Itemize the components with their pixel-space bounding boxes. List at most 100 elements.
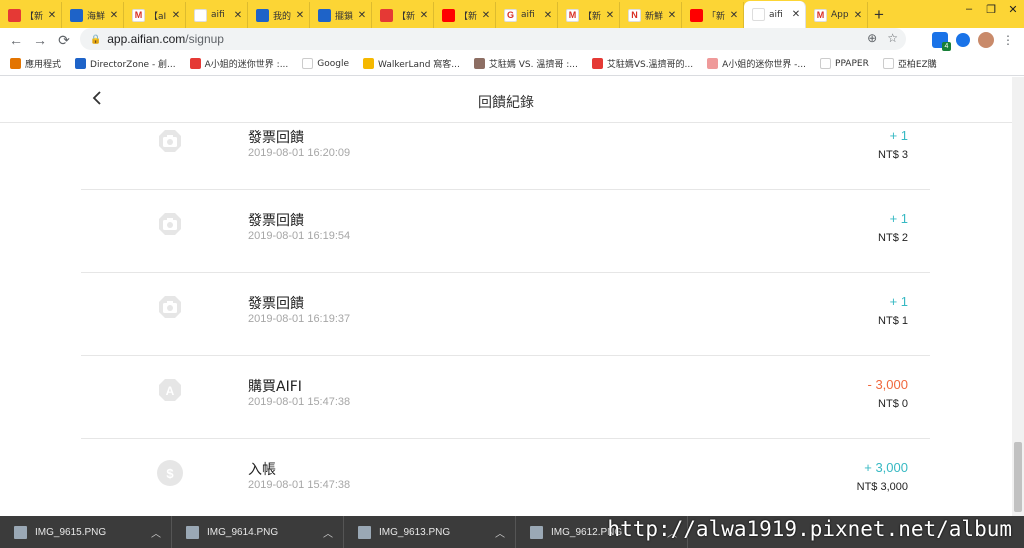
- tab-close-icon[interactable]: ✕: [481, 10, 491, 21]
- record-amount: + 3,000: [864, 460, 908, 475]
- record-row[interactable]: 發票回饋 2019-08-01 16:19:37 + 1 NT$ 1: [81, 273, 930, 356]
- chevron-up-icon[interactable]: ︿: [151, 525, 171, 540]
- tab-close-icon[interactable]: ✕: [357, 10, 367, 21]
- tab-close-icon[interactable]: ✕: [171, 10, 181, 21]
- tab-11[interactable]: 「新 ✕: [682, 2, 744, 28]
- tab-close-icon[interactable]: ✕: [729, 10, 739, 21]
- extension-icon[interactable]: 4: [932, 32, 951, 51]
- tab-close-icon[interactable]: ✕: [543, 10, 553, 21]
- bookmark-label: WalkerLand 窩客...: [378, 60, 460, 70]
- bookmark-item[interactable]: 亞柏EZ購: [882, 57, 937, 70]
- image-file-icon: [530, 525, 543, 539]
- favicon-icon: [8, 8, 21, 22]
- record-row[interactable]: A 購買AIFI 2019-08-01 15:47:38 - 3,000 NT$ 0: [81, 356, 930, 439]
- bookmark-item[interactable]: Google: [302, 58, 349, 69]
- favicon-icon: [752, 8, 765, 21]
- scrollbar-thumb[interactable]: [1014, 442, 1022, 512]
- close-window-icon[interactable]: ✕: [1002, 0, 1024, 18]
- record-time: 2019-08-01 15:47:38: [248, 396, 351, 408]
- back-nav-button[interactable]: ←: [4, 28, 28, 52]
- tab-close-icon[interactable]: ✕: [109, 10, 119, 21]
- web-page: 回饋紀錄 發票回饋 2019-08-01 16:20:09 + 1 NT$ 3 發票回饋…: [0, 77, 1012, 516]
- record-balance: NT$ 3: [878, 149, 908, 161]
- camera-icon: [156, 293, 184, 321]
- toolbar: ← → ⟳ 🔒 app.aifian.com/signup ⊕ ☆ 4 ⋮: [0, 28, 1024, 52]
- tab-7[interactable]: 【新 ✕: [434, 2, 496, 28]
- tab-list: 【新 ✕ 海鮮 ✕ M 【aI ✕ aifi ✕ 我的 ✕ 擺鎖 ✕ 【新 ✕ 【新 ✕ Gaifi ✕ M 【新 ✕ N 新…: [0, 0, 868, 28]
- chevron-up-icon[interactable]: ︿: [495, 525, 515, 540]
- record-time: 2019-08-01 16:20:09: [248, 147, 351, 159]
- image-file-icon: [358, 525, 371, 539]
- download-item[interactable]: IMG_9615.PNG ︿: [0, 516, 172, 548]
- tab-close-icon[interactable]: ✕: [667, 10, 677, 21]
- profile-avatar[interactable]: [978, 32, 994, 48]
- download-item[interactable]: IMG_9614.PNG ︿: [172, 516, 344, 548]
- tab-title: 擺鎖: [335, 11, 354, 22]
- tab-title: 【新: [583, 11, 602, 22]
- tab-title: aifi: [769, 9, 783, 20]
- tab-6[interactable]: 【新 ✕: [372, 2, 434, 28]
- tab-close-icon[interactable]: ✕: [233, 10, 243, 21]
- chevron-up-icon[interactable]: ︿: [323, 525, 343, 540]
- tab-close-icon[interactable]: ✕: [419, 10, 429, 21]
- svg-text:$: $: [166, 466, 174, 481]
- bookmark-item[interactable]: A小姐的迷你世界 :...: [189, 57, 288, 70]
- tab-close-icon[interactable]: ✕: [295, 10, 305, 21]
- bookmark-item[interactable]: 應用程式: [10, 57, 61, 70]
- tab-2[interactable]: M 【aI ✕: [124, 2, 186, 28]
- bookmark-icon: [473, 58, 485, 69]
- bookmark-item[interactable]: WalkerLand 窩客...: [363, 57, 460, 70]
- record-title: 購買AIFI: [248, 379, 302, 395]
- image-file-icon: [14, 525, 27, 539]
- extension-icon[interactable]: [956, 33, 970, 47]
- bookmark-item[interactable]: PPAPER: [820, 58, 869, 69]
- bookmark-item[interactable]: 艾駐媽VS.溫擠哥的...: [591, 57, 694, 70]
- tab-9[interactable]: M 【新 ✕: [558, 2, 620, 28]
- menu-icon[interactable]: ⋮: [1002, 33, 1014, 47]
- tab-3[interactable]: aifi ✕: [186, 2, 248, 28]
- tab-title: aifi: [521, 10, 535, 20]
- reload-button[interactable]: ⟳: [52, 28, 76, 52]
- tab-title: 海鮮: [87, 11, 106, 22]
- tab-8[interactable]: Gaifi ✕: [496, 2, 558, 28]
- tab-title: 新鮮: [645, 11, 664, 22]
- scrollbar[interactable]: [1012, 77, 1024, 516]
- extensions: 4 ⋮: [932, 28, 1024, 52]
- bookmark-item[interactable]: 艾駐媽 VS. 溫擠哥 :...: [473, 57, 578, 70]
- tab-10[interactable]: N 新鮮 ✕: [620, 2, 682, 28]
- tab-close-icon[interactable]: ✕: [47, 10, 57, 21]
- tab-close-icon[interactable]: ✕: [853, 10, 863, 21]
- record-title: 發票回饋: [248, 130, 304, 146]
- camera-icon: [156, 127, 184, 155]
- minimize-icon[interactable]: –: [958, 0, 980, 18]
- bookmark-icon: [591, 58, 603, 69]
- record-row[interactable]: $ 入帳 2019-08-01 15:47:38 + 3,000 NT$ 3,000: [81, 439, 930, 516]
- tab-close-icon[interactable]: ✕: [605, 10, 615, 21]
- tab-5[interactable]: 擺鎖 ✕: [310, 2, 372, 28]
- tab-12[interactable]: aifi ✕: [744, 1, 806, 28]
- bookmark-icon: [302, 58, 314, 69]
- download-filename: IMG_9615.PNG: [35, 526, 107, 538]
- new-tab-button[interactable]: +: [868, 2, 890, 28]
- bookmark-item[interactable]: A小姐的迷你世界 -...: [707, 57, 806, 70]
- tab-4[interactable]: 我的 ✕: [248, 2, 310, 28]
- tab-close-icon[interactable]: ✕: [791, 9, 801, 20]
- record-row[interactable]: 發票回饋 2019-08-01 16:19:54 + 1 NT$ 2: [81, 190, 930, 273]
- dollar-coin-icon: $: [156, 459, 184, 487]
- bookmark-icon: [363, 58, 375, 69]
- restore-icon[interactable]: ❐: [980, 0, 1002, 18]
- address-bar[interactable]: 🔒 app.aifian.com/signup ⊕ ☆: [80, 28, 906, 50]
- tab-13[interactable]: M App ✕: [806, 2, 868, 28]
- bookmark-label: 亞柏EZ購: [897, 60, 937, 70]
- record-balance: NT$ 2: [878, 232, 908, 244]
- bookmark-label: 艾駐媽VS.溫擠哥的...: [606, 60, 694, 70]
- forward-nav-button[interactable]: →: [28, 28, 52, 52]
- star-icon[interactable]: ☆: [887, 31, 898, 45]
- bookmarks-bar: 應用程式 DirectorZone - 創... A小姐的迷你世界 :... Goog…: [0, 52, 1024, 76]
- tab-1[interactable]: 海鮮 ✕: [62, 2, 124, 28]
- record-time: 2019-08-01 16:19:54: [248, 230, 351, 242]
- bookmark-item[interactable]: DirectorZone - 創...: [75, 57, 176, 70]
- tab-0[interactable]: 【新 ✕: [0, 2, 62, 28]
- download-item[interactable]: IMG_9613.PNG ︿: [344, 516, 516, 548]
- add-icon[interactable]: ⊕: [867, 31, 877, 45]
